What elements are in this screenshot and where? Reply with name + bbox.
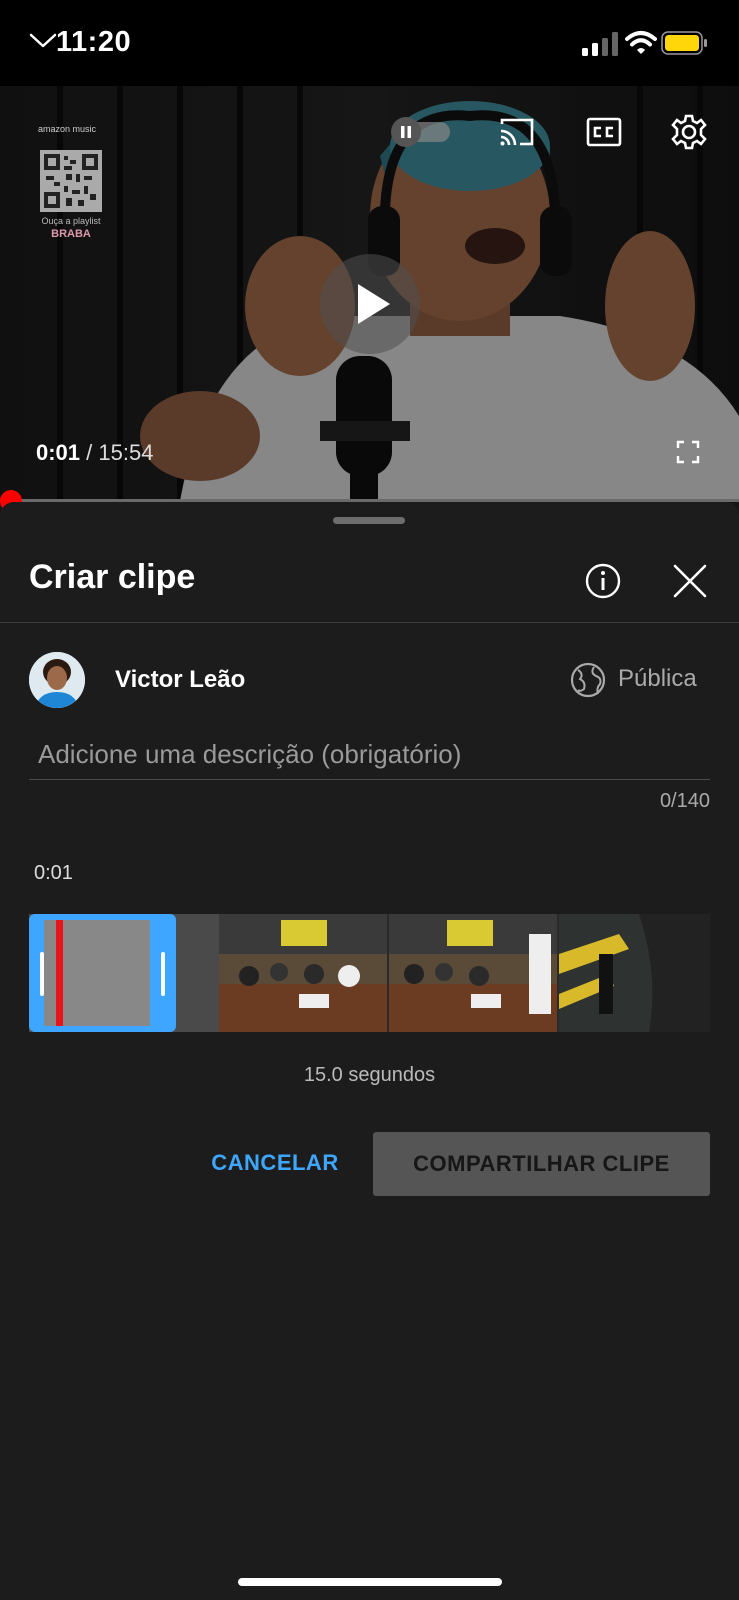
cast-icon[interactable] bbox=[498, 116, 536, 148]
clip-duration-label: 15.0 segundos bbox=[303, 1064, 436, 1086]
avatar bbox=[29, 652, 85, 708]
user-name: Victor Leão bbox=[115, 666, 246, 693]
qr-code bbox=[40, 150, 102, 212]
clip-trim-end-grip[interactable] bbox=[161, 952, 165, 996]
filmstrip-frame bbox=[219, 914, 387, 1032]
globe-icon bbox=[570, 662, 606, 698]
header-divider bbox=[0, 622, 739, 623]
overlay-brand-text: amazon music bbox=[38, 124, 97, 134]
share-clip-button[interactable]: COMPARTILHAR CLIPE bbox=[373, 1132, 710, 1196]
sheet-title: Criar clipe bbox=[29, 558, 196, 596]
overlay-qr-brand: BRABA bbox=[51, 228, 91, 240]
filmstrip-frame bbox=[389, 914, 557, 1032]
clip-start-time: 0:01 bbox=[34, 862, 73, 884]
current-time: 0:01 bbox=[36, 440, 81, 465]
status-time: 11:20 bbox=[56, 26, 132, 58]
gear-icon[interactable] bbox=[670, 113, 708, 151]
sheet-drag-handle[interactable] bbox=[333, 517, 405, 524]
character-counter: 0/140 bbox=[659, 790, 710, 812]
time-separator: / bbox=[80, 440, 99, 465]
description-input[interactable] bbox=[29, 730, 710, 780]
cancel-button[interactable]: CANCELAR bbox=[200, 1132, 350, 1194]
wifi-icon bbox=[625, 31, 657, 54]
filmstrip-frame bbox=[559, 914, 710, 1032]
play-icon[interactable] bbox=[320, 254, 420, 354]
visibility-label[interactable]: Pública bbox=[618, 665, 697, 693]
home-indicator bbox=[238, 1578, 502, 1586]
video-timestamp: 0:01 / 15:54 bbox=[36, 440, 153, 466]
info-icon[interactable] bbox=[584, 562, 622, 600]
battery-icon bbox=[661, 31, 707, 55]
fullscreen-icon[interactable] bbox=[676, 440, 700, 464]
cc-icon[interactable] bbox=[586, 116, 622, 148]
clip-trim-start-grip[interactable] bbox=[40, 952, 44, 996]
close-icon[interactable] bbox=[671, 562, 709, 600]
overlay-qr-caption: Ouça a playlist bbox=[41, 216, 101, 226]
clip-playhead[interactable] bbox=[56, 920, 63, 1026]
autoplay-toggle-icon[interactable] bbox=[388, 117, 454, 147]
chevron-down-icon[interactable] bbox=[28, 30, 58, 50]
cellular-signal-icon bbox=[582, 32, 618, 56]
total-duration: 15:54 bbox=[98, 440, 154, 465]
